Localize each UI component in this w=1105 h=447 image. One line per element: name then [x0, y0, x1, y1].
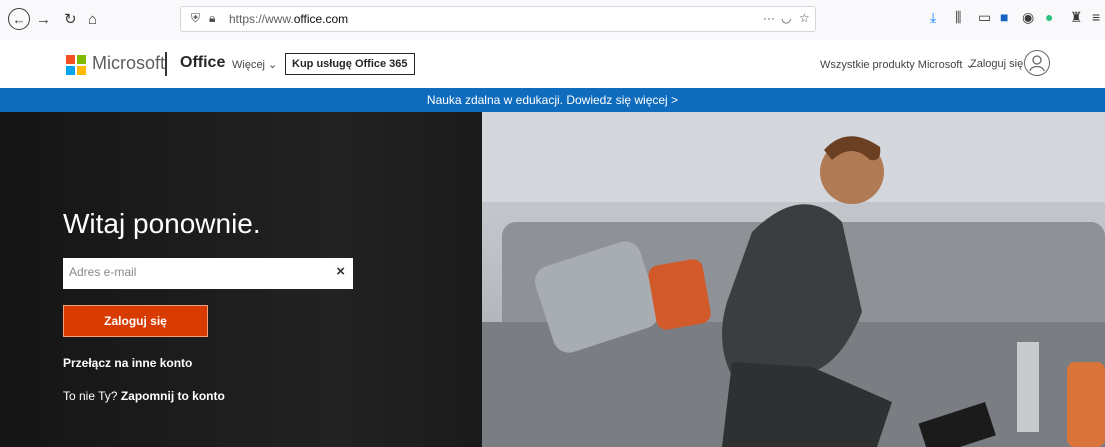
hero-illustration	[482, 112, 1105, 447]
email-field-container: ×	[63, 258, 353, 289]
logo-square-red	[66, 55, 75, 64]
header-divider	[165, 52, 167, 76]
reload-icon[interactable]: ↻	[64, 8, 77, 30]
switch-account-link[interactable]: Przełącz na inne konto	[63, 356, 192, 370]
buy-office-button[interactable]: Kup usługę Office 365	[285, 53, 415, 75]
promo-banner[interactable]: Nauka zdalna w edukacji. Dowiedz się wię…	[0, 88, 1105, 112]
forget-account-link[interactable]: Zapomnij to konto	[121, 389, 225, 403]
pocket-icon[interactable]: ◡	[781, 11, 791, 25]
back-icon[interactable]: ←	[8, 8, 30, 30]
not-you-line: To nie Ty? Zapomnij to konto	[63, 389, 225, 403]
more-menu[interactable]: Więcej ⌄	[232, 58, 277, 71]
microsoft-brand[interactable]: Microsoft	[92, 53, 165, 74]
shield-icon[interactable]: ⛨	[191, 11, 200, 26]
not-you-text: To nie Ty?	[63, 389, 118, 403]
all-products-menu[interactable]: Wszystkie produkty Microsoft ⌄	[820, 58, 975, 71]
user-icon	[1029, 55, 1045, 72]
lock-icon[interactable]: 🔒︎	[209, 11, 215, 26]
logo-square-green	[77, 55, 86, 64]
microsoft-logo-icon[interactable]	[66, 55, 86, 75]
extension-icon[interactable]: ■	[1000, 9, 1008, 25]
hero-photo	[482, 112, 1105, 447]
privacy-icon[interactable]: ◉	[1022, 9, 1034, 26]
url-text[interactable]: https://www.office.com	[229, 12, 348, 26]
check-icon[interactable]: ●	[1045, 9, 1053, 25]
library-icon[interactable]: ⫼	[955, 9, 961, 26]
logo-square-blue	[66, 66, 75, 75]
home-icon[interactable]: ⌂	[88, 8, 97, 30]
banner-text[interactable]: Nauka zdalna w edukacji. Dowiedz się wię…	[427, 93, 678, 107]
download-icon[interactable]: ⤓	[930, 9, 936, 26]
bookmark-star-icon[interactable]: ☆	[799, 11, 810, 25]
avatar-icon[interactable]	[1024, 50, 1050, 76]
email-field[interactable]	[67, 264, 321, 280]
welcome-title: Witaj ponownie.	[63, 208, 261, 239]
address-bar[interactable]: ⛨ 🔒︎ https://www.office.com ··· ◡ ☆	[180, 6, 816, 32]
clear-icon[interactable]: ×	[336, 263, 345, 280]
menu-icon[interactable]: ≡	[1092, 9, 1100, 25]
office-link[interactable]: Office	[180, 54, 225, 72]
gift-icon[interactable]: ♜	[1070, 9, 1083, 26]
site-header: Microsoft Office Więcej ⌄ Kup usługę Off…	[0, 40, 1105, 88]
sidebar-icon[interactable]: ▭	[978, 9, 991, 26]
more-icon[interactable]: ···	[763, 11, 775, 25]
logo-square-yellow	[77, 66, 86, 75]
forward-icon[interactable]: →	[36, 8, 51, 30]
hero-section: Witaj ponownie. × Zaloguj się Przełącz n…	[0, 112, 1105, 447]
header-login-link[interactable]: Zaloguj się	[970, 58, 1023, 70]
login-button[interactable]: Zaloguj się	[63, 305, 208, 337]
browser-toolbar: ← → ↻ ⌂ ⛨ 🔒︎ https://www.office.com ··· …	[0, 0, 1105, 41]
